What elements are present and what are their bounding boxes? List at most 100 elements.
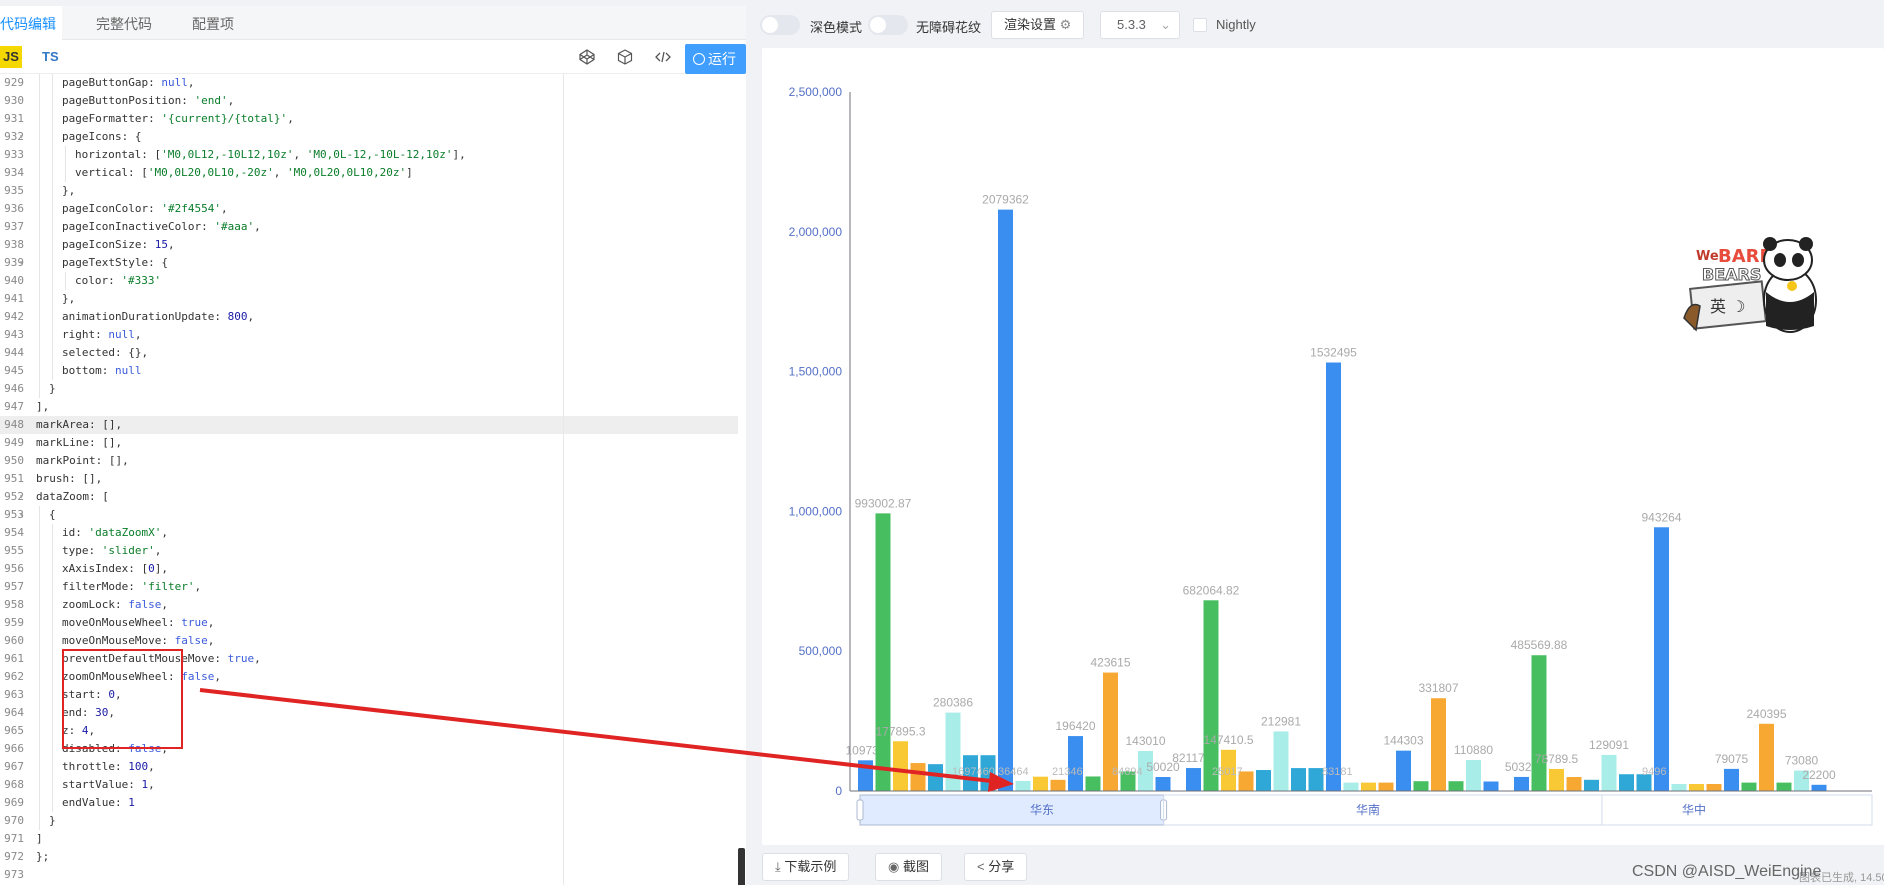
code-line[interactable]: 937 pageIconInactiveColor: '#aaa', (0, 218, 746, 236)
code-line[interactable]: 942 animationDurationUpdate: 800, (0, 308, 746, 326)
line-number: 934 (4, 166, 24, 179)
render-settings-button[interactable]: 渲染设置 ⚙ (991, 11, 1085, 39)
code-line[interactable]: 973 (0, 866, 746, 884)
code-line[interactable]: 940 color: '#333' (0, 272, 746, 290)
code-line[interactable]: 958 zoomLock: false, (0, 596, 746, 614)
code-line[interactable]: 950 markPoint: [], (0, 452, 746, 470)
code-line[interactable]: 960 moveOnMouseMove: false, (0, 632, 746, 650)
indent-guide (39, 290, 40, 308)
code-line[interactable]: 943 right: null, (0, 326, 746, 344)
code-line[interactable]: 948 markArea: [], (0, 416, 738, 434)
bar-value-label: 177895.3 (875, 724, 925, 738)
code-line[interactable]: 933 horizontal: ['M0,0L12,-10L12,10z', 'M… (0, 146, 746, 164)
code-token: , (134, 328, 142, 341)
code-token: 1 (128, 796, 135, 809)
code-text: markArea: [], (36, 416, 122, 434)
code-line[interactable]: 936 pageIconColor: '#2f4554', (0, 200, 746, 218)
indent-guide (39, 776, 40, 794)
code-token: ], (154, 562, 168, 575)
share-button[interactable]: < 分享 (964, 853, 1028, 881)
bar (1776, 782, 1792, 791)
code-line[interactable]: 946} (0, 380, 746, 398)
screenshot-button[interactable]: ◉ 截图 (875, 853, 942, 881)
code-icon[interactable] (654, 48, 672, 66)
csdn-watermark: CSDN @AISD_WeiEngine (1632, 863, 1822, 880)
code-line[interactable]: 957 filterMode: 'filter', (0, 578, 746, 596)
code-line[interactable]: 959 moveOnMouseWheel: true, (0, 614, 746, 632)
code-line[interactable]: 935}, (0, 182, 746, 200)
code-line[interactable]: 952 ▾ dataZoom: [ (0, 488, 746, 506)
tab-code-edit[interactable]: 代码编辑 (0, 6, 62, 40)
code-line[interactable]: 929 pageButtonGap: null, (0, 74, 746, 92)
code-line[interactable]: 970} (0, 812, 746, 830)
code-line[interactable]: 944 selected: {}, (0, 344, 746, 362)
code-line[interactable]: 972}; (0, 848, 746, 866)
code-line[interactable]: 949 markLine: [], (0, 434, 746, 452)
indent-guide (52, 344, 53, 362)
app-window: 代码编辑 完整代码 配置项 JS TS 运行 929 pageButtonGap:… (0, 0, 1884, 885)
indent-guide (52, 326, 53, 344)
fold-toggle-icon[interactable]: ▾ (19, 128, 27, 146)
lang-js-button[interactable]: JS (0, 46, 22, 68)
codepen-icon[interactable] (578, 48, 596, 66)
code-line[interactable]: 947], (0, 398, 746, 416)
indent-guide (52, 182, 53, 200)
indent-guide (65, 164, 66, 182)
fold-toggle-icon[interactable]: ▾ (19, 488, 27, 506)
screenshot-label: 截图 (902, 859, 929, 874)
line-number: 965 (4, 724, 24, 737)
code-line[interactable]: 945 bottom: null (0, 362, 746, 380)
code-line[interactable]: 969 endValue: 1 (0, 794, 746, 812)
bar (1015, 780, 1031, 791)
indent-guide (65, 146, 66, 164)
code-line[interactable]: 955 type: 'slider', (0, 542, 746, 560)
code-line[interactable]: 938 pageIconSize: 15, (0, 236, 746, 254)
code-line[interactable]: 941}, (0, 290, 746, 308)
code-line[interactable]: 951 brush: [], (0, 470, 746, 488)
indent-guide (39, 74, 40, 92)
code-line[interactable]: 931 pageFormatter: '{current}/{total}', (0, 110, 746, 128)
bar-value-label: 240395 (1746, 707, 1786, 721)
bar (1033, 776, 1048, 791)
line-number: 945 (4, 364, 24, 377)
code-line[interactable]: 930 pageButtonPosition: 'end', (0, 92, 746, 110)
download-button[interactable]: ⤓ 下载示例 (762, 853, 850, 881)
code-editor[interactable]: 929 pageButtonGap: null, 930 pageButtonPosi… (0, 74, 746, 885)
code-line[interactable]: 956 xAxisIndex: [0], (0, 560, 746, 578)
code-line[interactable]: 967 throttle: 100, (0, 758, 746, 776)
x-category-label: 华南 (1356, 802, 1380, 817)
indent-guide (52, 632, 53, 650)
code-line[interactable]: 954 id: 'dataZoomX', (0, 524, 746, 542)
bar (875, 513, 891, 791)
line-number: 938 (4, 238, 24, 251)
fold-toggle-icon[interactable]: ▾ (19, 254, 27, 272)
bar-value-label: 84894 (1112, 766, 1143, 778)
code-line[interactable]: 953 ▾{ (0, 506, 746, 524)
code-line[interactable]: 939 ▾ pageTextStyle: { (0, 254, 746, 272)
indent-guide (39, 380, 40, 398)
run-button[interactable]: 运行 (685, 44, 746, 74)
indent-guide (52, 272, 53, 290)
fold-toggle-icon[interactable]: ▾ (19, 506, 27, 524)
print-margin-line (563, 74, 564, 885)
tab-full-code[interactable]: 完整代码 (96, 6, 152, 40)
indent-guide (52, 308, 53, 326)
code-line[interactable]: 932 ▾ pageIcons: { (0, 128, 746, 146)
code-line[interactable]: 971] (0, 830, 746, 848)
version-select[interactable]: 5.3.3 ⌄ (1100, 11, 1180, 39)
lang-ts-button[interactable]: TS (42, 46, 59, 68)
decal-pattern-toggle[interactable] (868, 15, 908, 35)
cube-icon[interactable] (616, 48, 634, 66)
tab-options[interactable]: 配置项 (192, 6, 234, 40)
line-number: 966 (4, 742, 24, 755)
bar (1566, 777, 1582, 791)
dark-mode-toggle[interactable] (760, 15, 800, 35)
bar-value-label: 485569.88 (1511, 638, 1568, 652)
nightly-checkbox[interactable] (1193, 18, 1207, 32)
datazoom-handle-start[interactable] (856, 799, 864, 821)
code-line[interactable]: 934 vertical: ['M0,0L20,0L10,-20z', 'M0,0… (0, 164, 746, 182)
editor-scrollbar[interactable] (738, 848, 745, 885)
code-token: , (167, 238, 175, 251)
line-number: 960 (4, 634, 24, 647)
code-line[interactable]: 968 startValue: 1, (0, 776, 746, 794)
